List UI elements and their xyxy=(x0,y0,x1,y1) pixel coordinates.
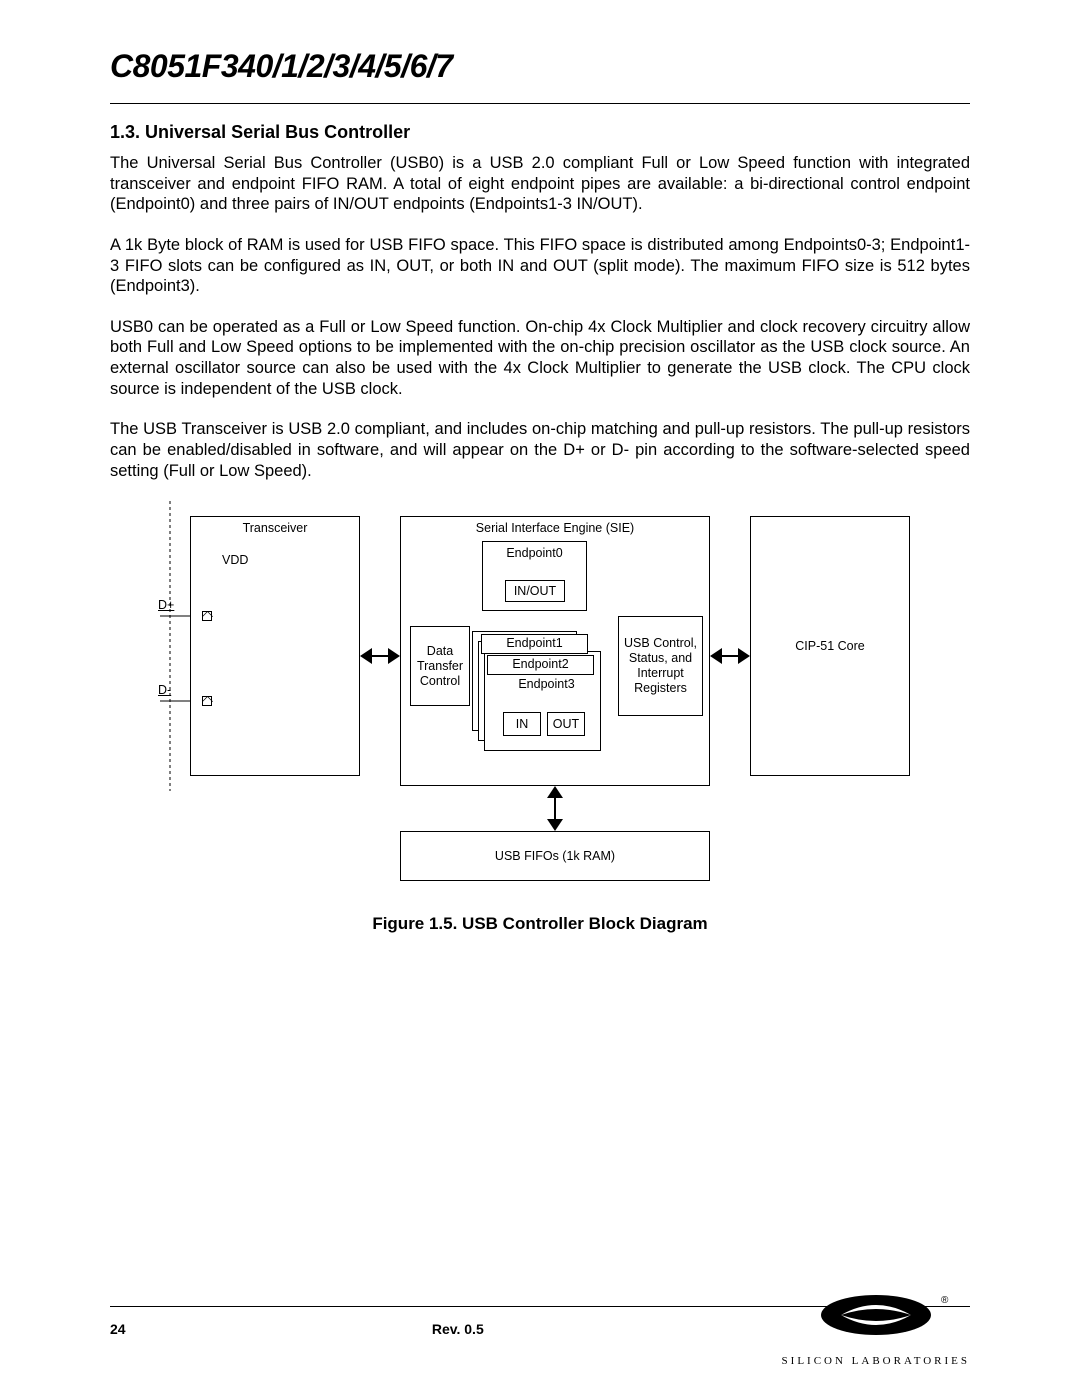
endpoint2-label: Endpoint2 xyxy=(487,655,594,675)
revision-label: Rev. 0.5 xyxy=(432,1321,484,1337)
vdd-label: VDD xyxy=(222,553,248,567)
section-heading: 1.3. Universal Serial Bus Controller xyxy=(110,122,970,143)
ep-out-box: OUT xyxy=(547,712,585,736)
dminus-label: D- xyxy=(158,683,171,697)
paragraph-3: USB0 can be operated as a Full or Low Sp… xyxy=(110,317,970,400)
data-transfer-control-box: Data Transfer Control xyxy=(410,626,470,706)
ep-in-box: IN xyxy=(503,712,541,736)
company-name: SILICON LABORATORIES xyxy=(782,1355,970,1367)
endpoint0-inout-box: IN/OUT xyxy=(505,580,565,602)
paragraph-1: The Universal Serial Bus Controller (USB… xyxy=(110,153,970,215)
paragraph-4: The USB Transceiver is USB 2.0 compliant… xyxy=(110,419,970,481)
usb-regs-label: USB Control, Status, and Interrupt Regis… xyxy=(623,636,698,696)
usb-fifos-box: USB FIFOs (1k RAM) xyxy=(400,831,710,881)
silabs-logo-icon: ® xyxy=(791,1293,961,1348)
header-rule xyxy=(110,103,970,104)
endpoint0-box: Endpoint0 IN/OUT xyxy=(482,541,587,611)
endpoint1-label: Endpoint1 xyxy=(481,634,588,654)
transceiver-label: Transceiver xyxy=(191,521,359,535)
usb-fifos-label: USB FIFOs (1k RAM) xyxy=(495,849,615,864)
page-number: 24 xyxy=(110,1321,126,1337)
usb-regs-box: USB Control, Status, and Interrupt Regis… xyxy=(618,616,703,716)
paragraph-2: A 1k Byte block of RAM is used for USB F… xyxy=(110,235,970,297)
chip-title: C8051F340/1/2/3/4/5/6/7 xyxy=(110,48,970,85)
endpoint3-label: Endpoint3 xyxy=(493,676,600,694)
cip51-box: CIP-51 Core xyxy=(750,516,910,776)
company-logo: ® SILICON LABORATORIES xyxy=(782,1293,970,1367)
endpoint3-box: Endpoint1 Endpoint2 Endpoint3 IN OUT xyxy=(484,651,601,751)
transceiver-box: Transceiver xyxy=(190,516,360,776)
pin-dplus-icon xyxy=(202,611,212,621)
svg-text:®: ® xyxy=(941,1295,949,1306)
data-transfer-control-label: Data Transfer Control xyxy=(411,644,469,689)
dplus-label: D+ xyxy=(158,598,174,612)
sie-label: Serial Interface Engine (SIE) xyxy=(401,521,709,535)
figure-diagram: Transceiver VDD D+ D- Serial Interface E… xyxy=(160,501,920,896)
figure-caption: Figure 1.5. USB Controller Block Diagram xyxy=(110,914,970,934)
endpoint0-label: Endpoint0 xyxy=(483,546,586,560)
pin-dminus-icon xyxy=(202,696,212,706)
cip51-label: CIP-51 Core xyxy=(795,639,864,653)
